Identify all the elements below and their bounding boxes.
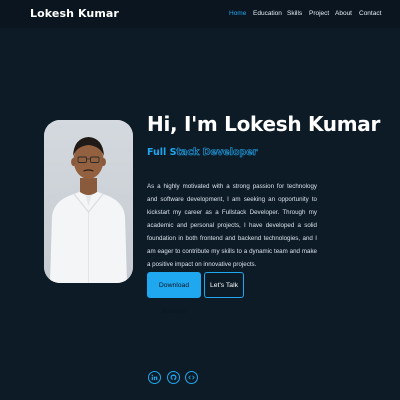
portfolio-page: Lokesh Kumar Home Education Skills Proje… <box>0 0 400 400</box>
navbar: Lokesh Kumar Home Education Skills Proje… <box>0 0 400 28</box>
nav-link-home[interactable]: Home <box>229 10 246 17</box>
profile-photo <box>44 120 133 283</box>
github-icon[interactable] <box>167 371 180 384</box>
hero-description: As a highly motivated with a strong pass… <box>147 183 317 268</box>
hero-title: Hi, I'm Lokesh Kumar <box>147 112 381 136</box>
nav-link-project[interactable]: Project <box>309 10 329 17</box>
hero-subtitle-filled: Full S <box>147 147 177 158</box>
hero-subtitle: Full Stack Developer <box>147 147 258 159</box>
brand-logo[interactable]: Lokesh Kumar <box>30 7 119 20</box>
nav-link-skills[interactable]: Skills <box>287 10 302 17</box>
code-icon[interactable] <box>185 371 198 384</box>
lets-talk-button[interactable]: Let's Talk <box>204 272 244 298</box>
hero-subtitle-outlined: tack Developer <box>176 147 258 159</box>
nav-link-contact[interactable]: Contact <box>359 10 381 17</box>
download-resume-button[interactable]: Download Resume <box>147 272 201 315</box>
nav-link-education[interactable]: Education <box>253 10 282 17</box>
linkedin-icon[interactable] <box>148 371 161 384</box>
nav-link-about[interactable]: About <box>335 10 352 17</box>
person-illustration <box>44 120 133 283</box>
